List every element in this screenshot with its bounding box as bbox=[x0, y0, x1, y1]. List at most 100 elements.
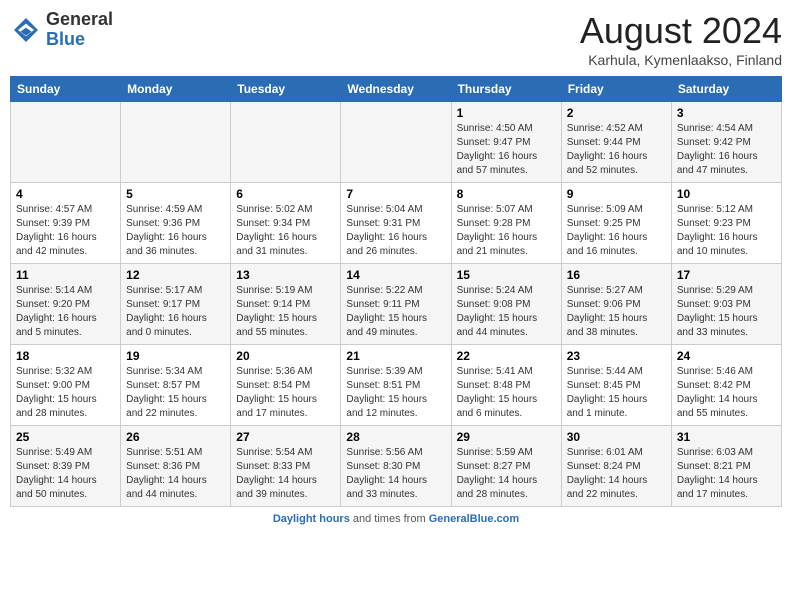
day-info: Sunrise: 5:12 AM Sunset: 9:23 PM Dayligh… bbox=[677, 203, 776, 259]
calendar-cell: 20Sunrise: 5:36 AM Sunset: 8:54 PM Dayli… bbox=[231, 345, 341, 426]
day-number: 24 bbox=[677, 349, 776, 363]
logo-general: General bbox=[46, 9, 113, 29]
day-info: Sunrise: 5:54 AM Sunset: 8:33 PM Dayligh… bbox=[236, 446, 335, 502]
weekday-header-row: SundayMondayTuesdayWednesdayThursdayFrid… bbox=[11, 77, 782, 102]
calendar-table: SundayMondayTuesdayWednesdayThursdayFrid… bbox=[10, 76, 782, 507]
logo-text: General Blue bbox=[46, 10, 113, 50]
day-number: 29 bbox=[457, 430, 556, 444]
page-header: General Blue August 2024 Karhula, Kymenl… bbox=[10, 10, 782, 68]
day-number: 14 bbox=[346, 268, 445, 282]
day-info: Sunrise: 5:24 AM Sunset: 9:08 PM Dayligh… bbox=[457, 284, 556, 340]
calendar-cell: 22Sunrise: 5:41 AM Sunset: 8:48 PM Dayli… bbox=[451, 345, 561, 426]
day-number: 19 bbox=[126, 349, 225, 363]
calendar-cell bbox=[341, 102, 451, 183]
day-number: 21 bbox=[346, 349, 445, 363]
calendar-cell: 28 Sunrise: 5:56 AM Sunset: 8:30 PM Dayli… bbox=[341, 426, 451, 507]
day-number: 30 bbox=[567, 430, 666, 444]
calendar-cell: 10 Sunrise: 5:12 AM Sunset: 9:23 PM Dayli… bbox=[671, 183, 781, 264]
calendar-cell: 11 Sunrise: 5:14 AM Sunset: 9:20 PM Dayli… bbox=[11, 264, 121, 345]
calendar-week-row: 25 Sunrise: 5:49 AM Sunset: 8:39 PM Dayli… bbox=[11, 426, 782, 507]
calendar-cell: 6Sunrise: 5:02 AM Sunset: 9:34 PM Daylig… bbox=[231, 183, 341, 264]
weekday-header-sunday: Sunday bbox=[11, 77, 121, 102]
weekday-header-thursday: Thursday bbox=[451, 77, 561, 102]
footer-daylight-text: Daylight hours bbox=[273, 513, 350, 525]
calendar-cell: 8 Sunrise: 5:07 AM Sunset: 9:28 PM Daylig… bbox=[451, 183, 561, 264]
weekday-header-wednesday: Wednesday bbox=[341, 77, 451, 102]
day-number: 18 bbox=[16, 349, 115, 363]
calendar-cell: 25 Sunrise: 5:49 AM Sunset: 8:39 PM Dayli… bbox=[11, 426, 121, 507]
calendar-cell: 13 Sunrise: 5:19 AM Sunset: 9:14 PM Dayli… bbox=[231, 264, 341, 345]
day-info: Sunrise: 6:01 AM Sunset: 8:24 PM Dayligh… bbox=[567, 446, 666, 502]
calendar-cell: 29 Sunrise: 5:59 AM Sunset: 8:27 PM Dayli… bbox=[451, 426, 561, 507]
weekday-header-tuesday: Tuesday bbox=[231, 77, 341, 102]
day-number: 13 bbox=[236, 268, 335, 282]
day-info: Sunrise: 5:29 AM Sunset: 9:03 PM Dayligh… bbox=[677, 284, 776, 340]
calendar-cell: 26 Sunrise: 5:51 AM Sunset: 8:36 PM Dayli… bbox=[121, 426, 231, 507]
weekday-header-friday: Friday bbox=[561, 77, 671, 102]
day-info: Sunrise: 5:14 AM Sunset: 9:20 PM Dayligh… bbox=[16, 284, 115, 340]
day-number: 25 bbox=[16, 430, 115, 444]
day-number: 16 bbox=[567, 268, 666, 282]
calendar-cell: 23 Sunrise: 5:44 AM Sunset: 8:45 PM Dayli… bbox=[561, 345, 671, 426]
calendar-cell: 24Sunrise: 5:46 AM Sunset: 8:42 PM Dayli… bbox=[671, 345, 781, 426]
day-number: 17 bbox=[677, 268, 776, 282]
calendar-week-row: 4Sunrise: 4:57 AM Sunset: 9:39 PM Daylig… bbox=[11, 183, 782, 264]
weekday-header-saturday: Saturday bbox=[671, 77, 781, 102]
day-info: Sunrise: 5:56 AM Sunset: 8:30 PM Dayligh… bbox=[346, 446, 445, 502]
calendar-subtitle: Karhula, Kymenlaakso, Finland bbox=[580, 52, 782, 68]
calendar-week-row: 18 Sunrise: 5:32 AM Sunset: 9:00 PM Dayli… bbox=[11, 345, 782, 426]
footer-note: Daylight hours and times from GeneralBlu… bbox=[10, 513, 782, 525]
day-info: Sunrise: 5:36 AM Sunset: 8:54 PM Dayligh… bbox=[236, 365, 335, 421]
day-info: Sunrise: 5:51 AM Sunset: 8:36 PM Dayligh… bbox=[126, 446, 225, 502]
day-info: Sunrise: 5:39 AM Sunset: 8:51 PM Dayligh… bbox=[346, 365, 445, 421]
day-info: Sunrise: 4:59 AM Sunset: 9:36 PM Dayligh… bbox=[126, 203, 225, 259]
calendar-cell: 16 Sunrise: 5:27 AM Sunset: 9:06 PM Dayli… bbox=[561, 264, 671, 345]
calendar-cell: 19Sunrise: 5:34 AM Sunset: 8:57 PM Dayli… bbox=[121, 345, 231, 426]
calendar-cell: 30 Sunrise: 6:01 AM Sunset: 8:24 PM Dayli… bbox=[561, 426, 671, 507]
calendar-week-row: 1Sunrise: 4:50 AM Sunset: 9:47 PM Daylig… bbox=[11, 102, 782, 183]
day-info: Sunrise: 5:32 AM Sunset: 9:00 PM Dayligh… bbox=[16, 365, 115, 421]
day-info: Sunrise: 5:49 AM Sunset: 8:39 PM Dayligh… bbox=[16, 446, 115, 502]
day-number: 9 bbox=[567, 187, 666, 201]
calendar-cell: 4Sunrise: 4:57 AM Sunset: 9:39 PM Daylig… bbox=[11, 183, 121, 264]
day-number: 10 bbox=[677, 187, 776, 201]
day-info: Sunrise: 5:07 AM Sunset: 9:28 PM Dayligh… bbox=[457, 203, 556, 259]
day-number: 6 bbox=[236, 187, 335, 201]
day-number: 15 bbox=[457, 268, 556, 282]
logo-blue: Blue bbox=[46, 29, 85, 49]
day-number: 7 bbox=[346, 187, 445, 201]
calendar-cell: 18 Sunrise: 5:32 AM Sunset: 9:00 PM Dayli… bbox=[11, 345, 121, 426]
day-number: 31 bbox=[677, 430, 776, 444]
day-info: Sunrise: 5:44 AM Sunset: 8:45 PM Dayligh… bbox=[567, 365, 666, 421]
calendar-cell: 14 Sunrise: 5:22 AM Sunset: 9:11 PM Dayli… bbox=[341, 264, 451, 345]
day-number: 3 bbox=[677, 106, 776, 120]
day-info: Sunrise: 5:22 AM Sunset: 9:11 PM Dayligh… bbox=[346, 284, 445, 340]
day-info: Sunrise: 6:03 AM Sunset: 8:21 PM Dayligh… bbox=[677, 446, 776, 502]
day-number: 8 bbox=[457, 187, 556, 201]
logo: General Blue bbox=[10, 10, 113, 50]
weekday-header-monday: Monday bbox=[121, 77, 231, 102]
calendar-cell: 15 Sunrise: 5:24 AM Sunset: 9:08 PM Dayli… bbox=[451, 264, 561, 345]
day-info: Sunrise: 5:17 AM Sunset: 9:17 PM Dayligh… bbox=[126, 284, 225, 340]
day-number: 22 bbox=[457, 349, 556, 363]
day-number: 11 bbox=[16, 268, 115, 282]
calendar-cell: 21 Sunrise: 5:39 AM Sunset: 8:51 PM Dayli… bbox=[341, 345, 451, 426]
calendar-cell: 5 Sunrise: 4:59 AM Sunset: 9:36 PM Daylig… bbox=[121, 183, 231, 264]
calendar-cell: 9Sunrise: 5:09 AM Sunset: 9:25 PM Daylig… bbox=[561, 183, 671, 264]
day-number: 4 bbox=[16, 187, 115, 201]
footer-source: GeneralBlue.com bbox=[429, 513, 519, 525]
day-info: Sunrise: 4:54 AM Sunset: 9:42 PM Dayligh… bbox=[677, 122, 776, 178]
day-info: Sunrise: 5:19 AM Sunset: 9:14 PM Dayligh… bbox=[236, 284, 335, 340]
day-info: Sunrise: 5:27 AM Sunset: 9:06 PM Dayligh… bbox=[567, 284, 666, 340]
day-number: 23 bbox=[567, 349, 666, 363]
day-number: 1 bbox=[457, 106, 556, 120]
calendar-cell bbox=[231, 102, 341, 183]
day-number: 27 bbox=[236, 430, 335, 444]
calendar-cell: 2Sunrise: 4:52 AM Sunset: 9:44 PM Daylig… bbox=[561, 102, 671, 183]
calendar-cell bbox=[11, 102, 121, 183]
day-number: 26 bbox=[126, 430, 225, 444]
day-number: 12 bbox=[126, 268, 225, 282]
day-number: 5 bbox=[126, 187, 225, 201]
day-number: 28 bbox=[346, 430, 445, 444]
day-info: Sunrise: 5:59 AM Sunset: 8:27 PM Dayligh… bbox=[457, 446, 556, 502]
